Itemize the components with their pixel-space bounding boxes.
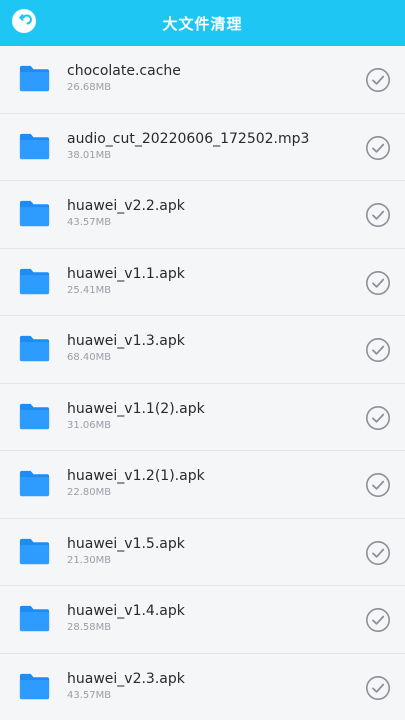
folder-icon	[19, 335, 50, 362]
check-circle-icon[interactable]	[365, 202, 391, 228]
folder-icon	[19, 65, 50, 92]
check-circle-icon[interactable]	[365, 472, 391, 498]
folder-icon	[19, 200, 50, 227]
file-info: huawei_v1.4.apk 28.58MB	[67, 602, 347, 634]
file-name: huawei_v1.4.apk	[67, 603, 185, 619]
file-size: 26.68MB	[67, 82, 112, 93]
file-name: huawei_v2.3.apk	[67, 670, 185, 687]
file-row-7[interactable]: huawei_v1.5.apk 21.30MB	[0, 518, 405, 586]
file-name: huawei_v1.3.apk	[67, 333, 185, 349]
folder-icon	[19, 538, 50, 564]
file-row-5[interactable]: huawei_v1.1(2).apk 31.06MB	[0, 383, 405, 451]
back-button[interactable]	[12, 9, 36, 33]
file-info: huawei_v2.2.apk 43.57MB	[67, 197, 347, 229]
file-info: huawei_v1.1.apk 25.41MB	[67, 265, 347, 297]
file-name: audio_cut_20220606_172502.mp3	[67, 130, 310, 147]
file-size: 28.58MB	[67, 622, 112, 633]
file-size: 22.80MB	[67, 487, 112, 498]
file-size: 43.57MB	[67, 217, 112, 228]
file-row-8[interactable]: huawei_v1.4.apk 28.58MB	[0, 586, 405, 654]
file-name: chocolate.cache	[67, 63, 181, 79]
file-info: chocolate.cache 26.68MB	[67, 62, 347, 94]
file-size: 25.41MB	[67, 284, 112, 296]
top-bar: 大文件清理	[0, 0, 405, 46]
file-size: 31.06MB	[67, 419, 112, 431]
check-circle-icon[interactable]	[365, 135, 391, 161]
file-info: audio_cut_20220606_172502.mp3 38.01MB	[67, 130, 347, 162]
file-row-1[interactable]: audio_cut_20220606_172502.mp3 38.01MB	[0, 113, 405, 181]
folder-icon	[19, 133, 50, 159]
file-size: 43.57MB	[67, 689, 112, 701]
check-circle-icon[interactable]	[365, 540, 391, 566]
check-circle-icon[interactable]	[365, 67, 391, 93]
file-info: huawei_v1.3.apk 68.40MB	[67, 332, 347, 364]
check-circle-icon[interactable]	[365, 270, 391, 296]
file-name: huawei_v2.2.apk	[67, 198, 185, 214]
check-circle-icon[interactable]	[365, 337, 391, 363]
folder-icon	[19, 268, 50, 294]
file-row-2[interactable]: huawei_v2.2.apk 43.57MB	[0, 181, 405, 249]
file-row-0[interactable]: chocolate.cache 26.68MB	[0, 46, 405, 114]
folder-icon	[19, 403, 50, 429]
file-name: huawei_v1.1(2).apk	[67, 400, 205, 417]
file-row-9[interactable]: huawei_v2.3.apk 43.57MB	[0, 653, 405, 720]
file-list: chocolate.cache 26.68MB audio_cut_202206…	[0, 46, 405, 720]
check-circle-icon[interactable]	[365, 675, 391, 701]
check-circle-icon[interactable]	[365, 405, 391, 431]
file-name: huawei_v1.1.apk	[67, 265, 185, 282]
file-name: huawei_v1.5.apk	[67, 535, 185, 552]
page-title: 大文件清理	[162, 14, 243, 33]
file-size: 21.30MB	[67, 554, 112, 566]
file-info: huawei_v2.3.apk 43.57MB	[67, 670, 347, 702]
check-circle-icon[interactable]	[365, 607, 391, 633]
file-row-3[interactable]: huawei_v1.1.apk 25.41MB	[0, 248, 405, 316]
file-info: huawei_v1.1(2).apk 31.06MB	[67, 400, 347, 432]
app-screen: 大文件清理 chocolate.cache 26.68MB audio_cut_…	[0, 0, 405, 720]
folder-icon	[19, 470, 50, 497]
file-size: 68.40MB	[67, 352, 112, 363]
file-size: 38.01MB	[67, 149, 112, 161]
file-info: huawei_v1.2(1).apk 22.80MB	[67, 467, 347, 499]
file-row-6[interactable]: huawei_v1.2(1).apk 22.80MB	[0, 451, 405, 519]
file-row-4[interactable]: huawei_v1.3.apk 68.40MB	[0, 316, 405, 384]
file-name: huawei_v1.2(1).apk	[67, 468, 205, 484]
file-info: huawei_v1.5.apk 21.30MB	[67, 535, 347, 567]
folder-icon	[19, 605, 50, 632]
back-arrow-icon	[19, 14, 32, 25]
folder-icon	[19, 673, 50, 699]
